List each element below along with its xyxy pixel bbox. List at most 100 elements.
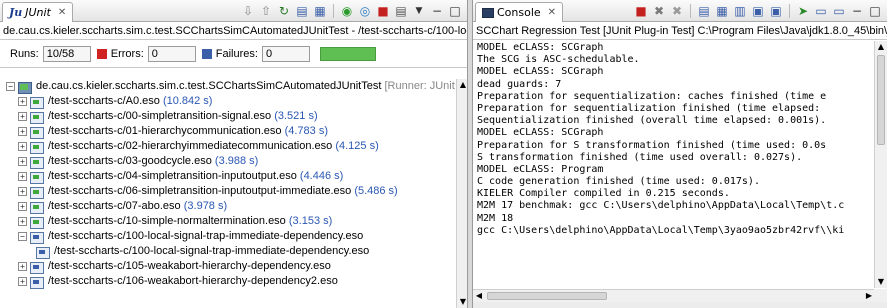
prev-failure-icon[interactable]: ⇧ — [258, 3, 274, 19]
junit-tab[interactable]: Ju JUnit ✕ — [2, 2, 74, 22]
test-case-icon — [30, 231, 44, 244]
tree-row[interactable]: + /test-sccharts-c/106-weakabort-hierarch… — [6, 274, 456, 289]
console-tabbar: Console ✕ ■ ✖ ✖ ▤ ▦ ▥ ▣ ▣ ➤ ▭ ▭ − □ — [473, 0, 887, 22]
error-icon — [96, 48, 107, 59]
console-line: dead guards: 7 — [477, 78, 562, 90]
show-failures-icon[interactable]: ▦ — [312, 3, 328, 19]
minimize-icon[interactable]: − — [849, 3, 865, 19]
tree-row[interactable]: + /test-sccharts-c/105-weakabort-hierarch… — [6, 259, 456, 274]
expand-icon[interactable]: + — [18, 187, 27, 196]
word-wrap-icon[interactable]: ▥ — [732, 3, 748, 19]
console-line: C code generation finished (time used: 0… — [477, 176, 760, 188]
clear-console-icon[interactable]: ▤ — [696, 3, 712, 19]
test-case-icon — [36, 246, 50, 259]
tree-vertical-scrollbar[interactable]: ▲ ▼ — [456, 79, 467, 308]
test-name: /test-sccharts-c/A0.eso — [48, 95, 160, 107]
expand-icon[interactable]: + — [18, 127, 27, 136]
expand-icon[interactable]: + — [18, 277, 27, 286]
tree-row[interactable]: + /test-sccharts-c/02-hierarchyimmediatec… — [6, 139, 456, 154]
next-failure-icon[interactable]: ⇩ — [240, 3, 256, 19]
maximize-icon[interactable]: □ — [447, 3, 463, 19]
tree-row[interactable]: /test-sccharts-c/100-local-signal-trap-i… — [6, 244, 456, 259]
console-line: Preparation for sequentialization: cache… — [477, 90, 827, 102]
console-output[interactable]: MODEL eCLASS: SCGraph The SCG is ASC-sche… — [473, 41, 875, 288]
tree-row[interactable]: − /test-sccharts-c/100-local-signal-trap-… — [6, 229, 456, 244]
scroll-left-icon[interactable]: ◀ — [473, 290, 485, 302]
scroll-down-icon[interactable]: ▼ — [875, 276, 887, 288]
tree-root-runner: [Runner: JUnit 4] — [384, 80, 456, 92]
test-case-icon — [30, 216, 44, 229]
minimize-icon[interactable]: − — [429, 3, 445, 19]
rerun-failed-icon[interactable]: ◎ — [357, 3, 373, 19]
test-name: /test-sccharts-c/06-simpletransition-inp… — [48, 185, 352, 197]
expand-icon[interactable]: + — [18, 262, 27, 271]
console-vertical-scrollbar[interactable]: ▲ ▼ — [874, 41, 887, 288]
tree-row[interactable]: + /test-sccharts-c/03-goodcycle.eso (3.98… — [6, 154, 456, 169]
stop-icon[interactable]: ■ — [375, 3, 391, 19]
scroll-thumb[interactable] — [877, 55, 885, 145]
open-console-icon[interactable]: ▭ — [831, 3, 847, 19]
junit-tabbar: Ju JUnit ✕ ⇩ ⇧ ↻ ▤ ▦ ◉ ◎ ■ ▤ ▼ − □ — [0, 0, 467, 22]
test-duration: (5.486 s) — [354, 185, 398, 197]
tree-row[interactable]: + /test-sccharts-c/07-abo.eso (3.978 s) — [6, 199, 456, 214]
test-suite-icon — [18, 81, 32, 94]
remove-launch-icon[interactable]: ✖ — [651, 3, 667, 19]
junit-test-path: de.cau.cs.kieler.sccharts.sim.c.test.SCC… — [0, 22, 467, 40]
scroll-thumb[interactable] — [487, 292, 607, 300]
console-horizontal-scrollbar[interactable]: ◀ ▶ — [473, 289, 875, 302]
rerun-icon[interactable]: ◉ — [339, 3, 355, 19]
collapse-icon[interactable]: − — [6, 82, 15, 91]
close-icon[interactable]: ✕ — [58, 7, 66, 18]
remove-all-icon[interactable]: ✖ — [669, 3, 685, 19]
bottom-border — [473, 302, 887, 308]
show-stdout-icon[interactable]: ▣ — [750, 3, 766, 19]
test-case-icon — [30, 111, 44, 124]
expand-icon[interactable]: + — [18, 142, 27, 151]
tree-row[interactable]: + /test-sccharts-c/A0.eso (10.842 s) — [6, 94, 456, 109]
tree-row[interactable]: + /test-sccharts-c/01-hierarchycommunicat… — [6, 124, 456, 139]
expand-icon[interactable]: + — [18, 217, 27, 226]
toolbar-separator — [690, 4, 691, 18]
pin-console-icon[interactable]: ➤ — [795, 3, 811, 19]
tree-row[interactable]: + /test-sccharts-c/04-simpletransition-in… — [6, 169, 456, 184]
expand-icon[interactable]: + — [18, 157, 27, 166]
terminate-icon[interactable]: ■ — [633, 3, 649, 19]
scroll-lock-icon[interactable]: ▦ — [714, 3, 730, 19]
test-name: /test-sccharts-c/04-simpletransition-inp… — [48, 170, 297, 182]
console-line: MODEL eCLASS: SCGraph — [477, 42, 604, 53]
scroll-up-icon[interactable]: ▲ — [875, 41, 887, 53]
show-stderr-icon[interactable]: ▣ — [768, 3, 784, 19]
tree-root-row[interactable]: − de.cau.cs.kieler.sccharts.sim.c.test.S… — [6, 79, 456, 94]
test-duration: (4.125 s) — [335, 140, 379, 152]
test-name: /test-sccharts-c/07-abo.eso — [48, 200, 181, 212]
junit-tab-title: JUnit — [25, 6, 51, 19]
tree-row[interactable]: + /test-sccharts-c/00-simpletransition-si… — [6, 109, 456, 124]
console-line: M2M 17 benchmak: gcc C:\Users\delphino\A… — [477, 200, 845, 212]
console-view: Console ✕ ■ ✖ ✖ ▤ ▦ ▥ ▣ ▣ ➤ ▭ ▭ − □ SCCh… — [472, 0, 887, 308]
tree-row[interactable]: + /test-sccharts-c/10-simple-normaltermin… — [6, 214, 456, 229]
failures-label: Failures: — [215, 47, 258, 60]
history-icon[interactable]: ▤ — [393, 3, 409, 19]
expand-icon[interactable]: + — [18, 172, 27, 181]
console-tab[interactable]: Console ✕ — [475, 2, 564, 22]
display-console-icon[interactable]: ▭ — [813, 3, 829, 19]
expand-icon[interactable]: + — [18, 97, 27, 106]
toolbar-separator — [333, 4, 334, 18]
collapse-icon[interactable]: − — [18, 232, 27, 241]
runs-label: Runs: — [10, 47, 39, 60]
errors-counter: Errors: 0 — [96, 45, 196, 62]
test-case-icon — [30, 141, 44, 154]
test-tree[interactable]: − de.cau.cs.kieler.sccharts.sim.c.test.S… — [6, 79, 456, 308]
maximize-icon[interactable]: □ — [867, 3, 883, 19]
scroll-up-icon[interactable]: ▲ — [457, 79, 467, 91]
close-icon[interactable]: ✕ — [548, 7, 556, 18]
console-icon — [482, 7, 494, 18]
relaunch-icon[interactable]: ↻ — [276, 3, 292, 19]
scroll-down-icon[interactable]: ▼ — [457, 296, 467, 308]
expand-icon[interactable]: + — [18, 202, 27, 211]
scroll-lock-icon[interactable]: ▤ — [294, 3, 310, 19]
test-case-icon — [30, 171, 44, 184]
tree-row[interactable]: + /test-sccharts-c/06-simpletransition-in… — [6, 184, 456, 199]
view-menu-icon[interactable]: ▼ — [411, 3, 427, 19]
expand-icon[interactable]: + — [18, 112, 27, 121]
